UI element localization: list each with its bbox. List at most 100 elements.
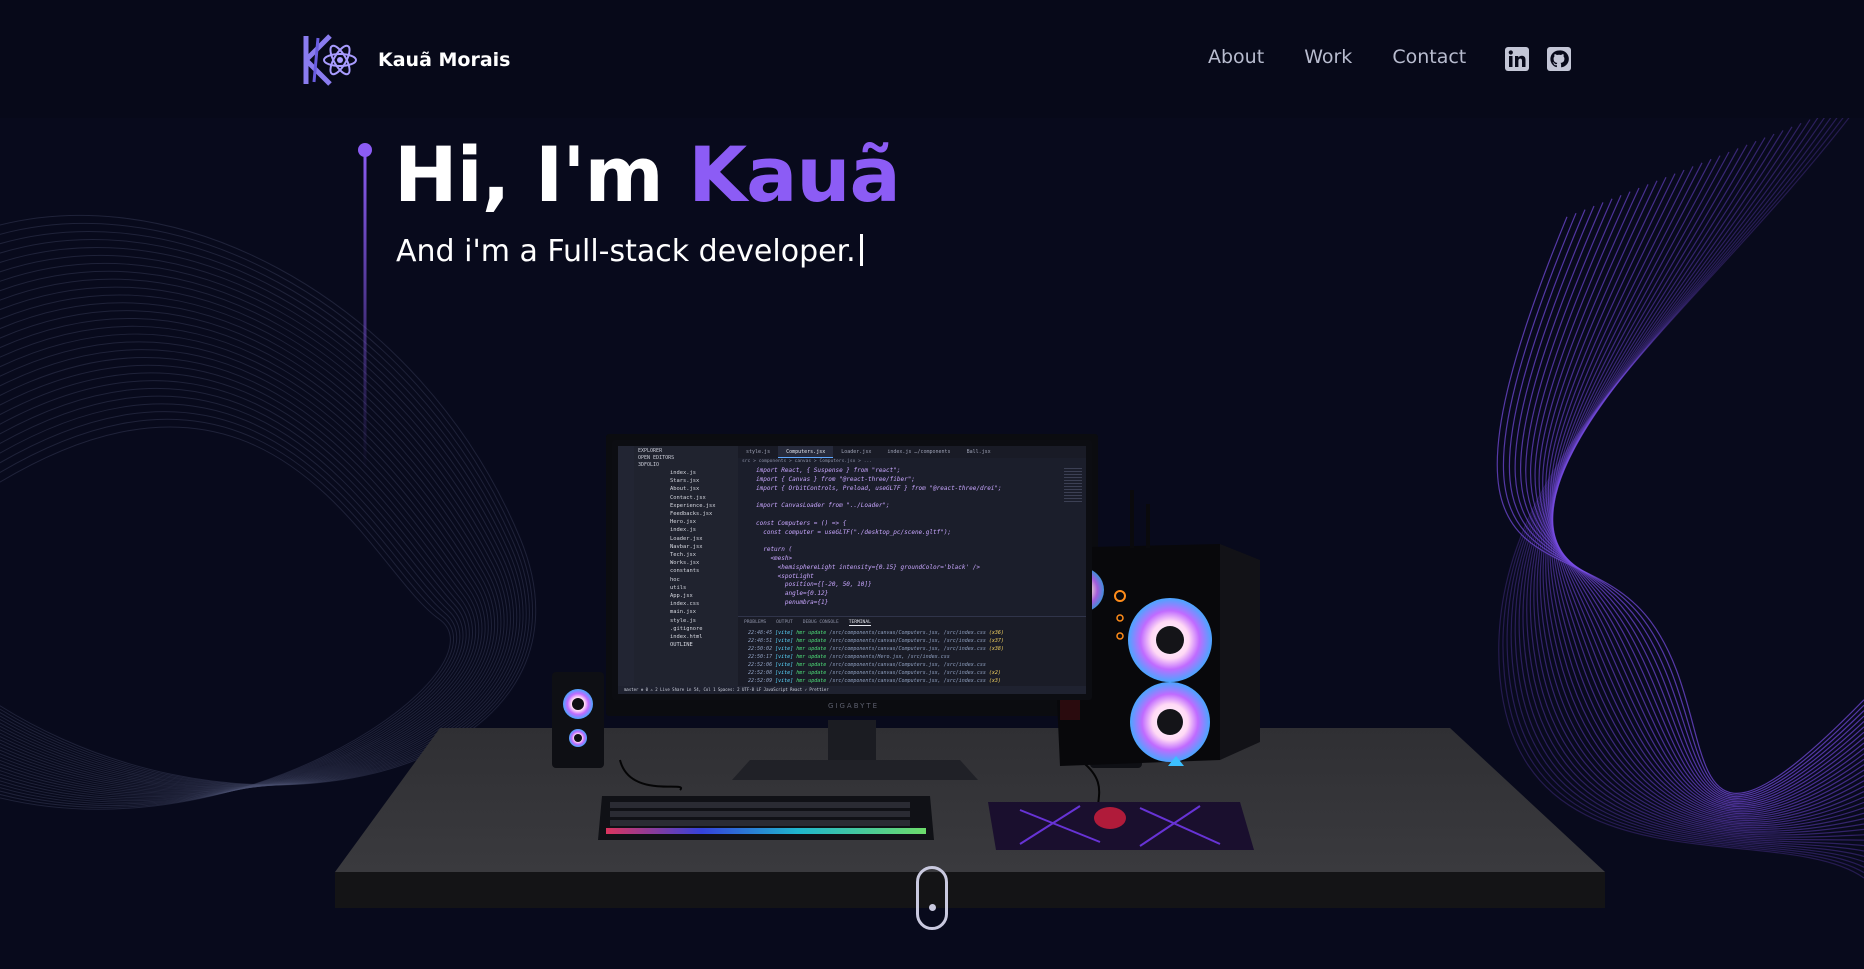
editor-status-bar: master ⊗ 0 ⚠ 2 Live Share Ln 54, Col 1 S… bbox=[618, 686, 1086, 694]
panel-tab: DEBUG CONSOLE bbox=[802, 620, 839, 625]
terminal-line: 22:52:08 [vite] hmr update /src/componen… bbox=[748, 670, 1001, 676]
file-item: .gitignore bbox=[670, 625, 703, 632]
file-item: Feedbacks.jsx bbox=[670, 511, 713, 518]
explorer-title: EXPLORER bbox=[638, 448, 663, 454]
logo-link[interactable]: Kauã Morais bbox=[300, 32, 510, 88]
editor-breadcrumb: src > components > canvas > Computers.js… bbox=[742, 459, 872, 464]
code-line: const computer = useGLTF("./desktop_pc/s… bbox=[756, 528, 952, 536]
portfolio-page: Kauã Morais About Work Contact Hi, I'm K… bbox=[0, 0, 1864, 969]
desk-setup-3d-canvas[interactable]: EXPLORER OPEN EDITORS 3DFOLIO index.js St… bbox=[320, 430, 1620, 930]
editor-activity-bar bbox=[618, 446, 634, 694]
editor-tab: index.js …/components bbox=[887, 449, 951, 455]
monitor-brand: GIGABYTE bbox=[828, 702, 880, 710]
editor-explorer: EXPLORER OPEN EDITORS 3DFOLIO index.js St… bbox=[634, 446, 738, 694]
terminal-path: /src/components/canvas/Computers.jsx, /s… bbox=[829, 638, 986, 644]
code-line: import CanvasLoader from "../Loader"; bbox=[756, 502, 890, 510]
panel-tab: OUTPUT bbox=[776, 620, 793, 625]
editor-minimap bbox=[1064, 468, 1082, 502]
terminal-path: /src/components/canvas/Computers.jsx, /s… bbox=[829, 670, 986, 676]
hero-greeting: Hi, I'm bbox=[394, 130, 689, 219]
scroll-dot bbox=[929, 904, 936, 911]
terminal-line: 22:50:17 [vite] hmr update /src/componen… bbox=[748, 654, 950, 660]
file-item: index.css bbox=[670, 601, 700, 608]
social-links bbox=[1504, 46, 1572, 72]
file-item: index.html bbox=[670, 634, 703, 641]
terminal-output: 22:48:45 [vite] hmr update /src/componen… bbox=[738, 629, 1086, 685]
terminal-line: 22:48:45 [vite] hmr update /src/componen… bbox=[748, 630, 1004, 636]
github-icon[interactable] bbox=[1546, 46, 1572, 72]
file-item: utils bbox=[670, 584, 687, 591]
file-item: hoc bbox=[670, 576, 680, 583]
file-item: Stars.jsx bbox=[670, 478, 700, 485]
file-item: Navbar.jsx bbox=[670, 543, 703, 550]
terminal-line: 22:52:09 [vite] hmr update /src/componen… bbox=[748, 678, 1001, 684]
code-line: import { Canvas } from "@react-three/fib… bbox=[756, 475, 915, 483]
code-line: angle={0.12} bbox=[756, 590, 829, 598]
project-title: 3DFOLIO bbox=[638, 462, 660, 468]
terminal-line: 22:48:51 [vite] hmr update /src/componen… bbox=[748, 638, 1004, 644]
terminal-time: 22:50:02 bbox=[748, 646, 773, 652]
code-line: const Computers = () => { bbox=[756, 519, 847, 527]
typing-caret bbox=[859, 234, 863, 266]
file-item: Tech.jsx bbox=[670, 552, 696, 559]
editor-code: import React, { Suspense } from "react";… bbox=[742, 467, 1060, 615]
file-item: constants bbox=[670, 568, 700, 575]
hero-name: Kauã bbox=[688, 130, 901, 219]
terminal-path: /src/components/canvas/Computers.jsx, /s… bbox=[829, 678, 986, 684]
editor-tab: Ball.jsx bbox=[966, 449, 991, 455]
nav-link-about[interactable]: About bbox=[1208, 46, 1264, 68]
editor-tabs: style.js Computers.jsx Loader.jsx index.… bbox=[738, 446, 1086, 458]
panel-tabs: PROBLEMS OUTPUT DEBUG CONSOLE TERMINAL bbox=[738, 617, 1086, 629]
terminal-time: 22:50:17 bbox=[748, 654, 773, 660]
file-list: index.js Stars.jsx About.jsx Contact.jsx Exp… bbox=[638, 469, 738, 649]
terminal-count: (x37) bbox=[988, 638, 1004, 644]
panel-tab-active: TERMINAL bbox=[848, 620, 871, 626]
terminal-path: /src/components/canvas/Computers.jsx, /s… bbox=[829, 630, 986, 636]
terminal-time: 22:48:45 bbox=[748, 630, 773, 636]
editor-tab: Loader.jsx bbox=[841, 449, 872, 455]
code-line: penumbra={1} bbox=[756, 598, 829, 606]
navbar: Kauã Morais About Work Contact bbox=[0, 0, 1864, 118]
terminal-time: 22:48:51 bbox=[748, 638, 773, 644]
file-item: main.jsx bbox=[670, 609, 696, 616]
file-item: Works.jsx bbox=[670, 560, 700, 567]
linkedin-icon[interactable] bbox=[1504, 46, 1530, 72]
brand-name: Kauã Morais bbox=[378, 49, 511, 71]
file-item: index.js bbox=[670, 527, 696, 534]
terminal-path: /src/components/canvas/Computers.jsx, /s… bbox=[829, 646, 986, 652]
open-editors-title: OPEN EDITORS bbox=[638, 455, 675, 461]
file-item: Hero.jsx bbox=[670, 519, 696, 526]
panel-tab: PROBLEMS bbox=[744, 620, 767, 625]
code-line: import React, { Suspense } from "react"; bbox=[756, 467, 901, 474]
file-item: index.js bbox=[670, 470, 696, 476]
file-item: OUTLINE bbox=[670, 642, 693, 649]
editor-terminal-panel: PROBLEMS OUTPUT DEBUG CONSOLE TERMINAL 2… bbox=[738, 616, 1086, 692]
terminal-path: /src/components/canvas/Computers.jsx, /s… bbox=[829, 662, 986, 668]
terminal-count: (x36) bbox=[988, 630, 1004, 636]
code-line: <mesh> bbox=[756, 554, 793, 562]
file-item: App.jsx bbox=[670, 593, 693, 600]
nav-links: About Work Contact bbox=[1208, 46, 1466, 68]
code-line: <spotLight bbox=[756, 572, 814, 580]
terminal-path: /src/components/Hero.jsx, /src/index.css bbox=[829, 654, 950, 660]
nav-link-contact[interactable]: Contact bbox=[1392, 46, 1466, 68]
terminal-time: 22:52:08 bbox=[748, 670, 773, 676]
editor-tab: style.js bbox=[746, 449, 771, 455]
terminal-count: (x2) bbox=[988, 670, 1001, 676]
file-item: Loader.jsx bbox=[670, 535, 703, 542]
terminal-count: (x3) bbox=[988, 678, 1001, 684]
terminal-time: 22:52:09 bbox=[748, 678, 773, 684]
code-line: position={[-20, 50, 10]} bbox=[756, 581, 872, 589]
monitor-screen: EXPLORER OPEN EDITORS 3DFOLIO index.js St… bbox=[612, 440, 1092, 700]
hero-accent-line bbox=[358, 143, 372, 470]
file-item: About.jsx bbox=[670, 486, 700, 493]
code-line: return ( bbox=[756, 546, 793, 554]
hero-title: Hi, I'm Kauã bbox=[394, 130, 901, 219]
scroll-down-indicator[interactable] bbox=[916, 866, 948, 930]
editor-tab-active: Computers.jsx bbox=[778, 446, 834, 458]
nav-link-work[interactable]: Work bbox=[1304, 46, 1352, 68]
terminal-time: 22:52:06 bbox=[748, 662, 773, 668]
file-item: Contact.jsx bbox=[670, 494, 706, 501]
